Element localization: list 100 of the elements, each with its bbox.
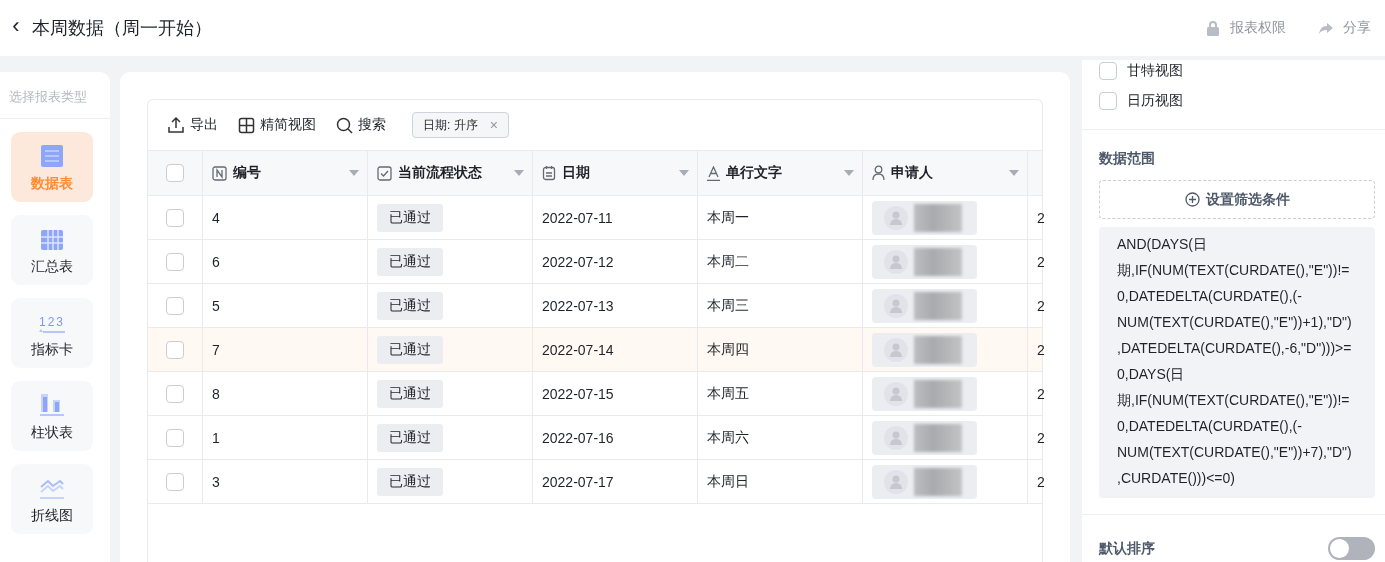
- status-tag: 已通过: [377, 335, 443, 364]
- person-icon: [890, 474, 902, 489]
- table-cell: 2: [1037, 253, 1045, 270]
- table-cell: 5: [212, 297, 220, 314]
- toolbar-button[interactable]: 导出: [167, 116, 218, 134]
- status-tag: 已通过: [377, 379, 443, 408]
- table-cell: 2022-07-14: [542, 341, 614, 358]
- page-title: 本周数据（周一开始）: [32, 17, 213, 40]
- section-title: 数据范围: [1099, 150, 1156, 168]
- table-cell: 本周五: [707, 384, 749, 403]
- report-type-option[interactable]: 折线图: [11, 464, 93, 534]
- person-icon: [890, 298, 902, 313]
- text-a-icon: [707, 165, 720, 181]
- table-row[interactable]: 1 已通过 2022-07-16 本周六 2: [148, 416, 1042, 460]
- status-tag: 已通过: [377, 291, 443, 320]
- person-icon: [890, 386, 902, 401]
- search-icon: [336, 116, 353, 134]
- back-button[interactable]: ‹: [0, 13, 32, 39]
- row-checkbox[interactable]: [166, 428, 184, 447]
- dropdown-caret-icon: [844, 170, 854, 176]
- person-icon: [890, 254, 902, 269]
- plus-circle-icon: [1184, 192, 1200, 207]
- table-cell: 2: [1037, 385, 1045, 402]
- blurred-name: [914, 379, 962, 408]
- grid-icon: [238, 116, 255, 134]
- letter-n-icon: [212, 165, 227, 181]
- row-checkbox[interactable]: [166, 296, 184, 315]
- dropdown-caret-icon: [349, 170, 359, 176]
- table-cell: 本周六: [707, 428, 749, 447]
- share-arrow-icon: [1318, 20, 1334, 36]
- calendar-icon: [542, 165, 556, 181]
- table-cell: 本周二: [707, 252, 749, 271]
- checkbox-label: 日历视图: [1127, 92, 1183, 110]
- table-cell: 2022-07-12: [542, 253, 614, 270]
- table-row[interactable]: 3 已通过 2022-07-17 本周日 2: [148, 460, 1042, 504]
- status-tag: 已通过: [377, 467, 443, 496]
- person-icon: [872, 165, 885, 181]
- table-cell: 2: [1037, 209, 1045, 226]
- blurred-name: [914, 247, 962, 276]
- table-cell: 2: [1037, 297, 1045, 314]
- icon-digits: 123: [39, 316, 65, 329]
- toggle-switch[interactable]: [1328, 537, 1375, 560]
- table-cell: 2022-07-16: [542, 429, 614, 446]
- column-header[interactable]: 当前流程状态: [398, 164, 482, 182]
- checkbox-label: 甘特视图: [1127, 62, 1183, 80]
- toolbar-button[interactable]: 精简视图: [238, 116, 316, 134]
- row-checkbox[interactable]: [166, 252, 184, 271]
- row-checkbox[interactable]: [166, 208, 184, 227]
- person-icon: [890, 342, 902, 357]
- status-tag: 已通过: [377, 247, 443, 276]
- dropdown-caret-icon: [1009, 170, 1019, 176]
- dropdown-caret-icon: [514, 170, 524, 176]
- blurred-name: [914, 203, 962, 232]
- row-checkbox[interactable]: [166, 384, 184, 403]
- list-table-icon: [41, 145, 63, 167]
- report-type-option[interactable]: 汇总表: [11, 215, 93, 285]
- add-filter-button[interactable]: 设置筛选条件: [1099, 180, 1375, 219]
- table-cell: 6: [212, 253, 220, 270]
- column-header[interactable]: 单行文字: [726, 164, 782, 182]
- dropdown-caret-icon: [679, 170, 689, 176]
- table-cell: 1: [212, 429, 220, 446]
- column-header[interactable]: 申请人: [891, 164, 933, 182]
- table-cell: 2022-07-17: [542, 473, 614, 490]
- blurred-name: [914, 467, 962, 496]
- table-cell: 2022-07-13: [542, 297, 614, 314]
- table-cell: 2022-07-15: [542, 385, 614, 402]
- grid-table-icon: [41, 230, 63, 250]
- table-row[interactable]: 6 已通过 2022-07-12 本周二 2: [148, 240, 1042, 284]
- table-cell: 本周日: [707, 472, 749, 491]
- row-checkbox[interactable]: [166, 472, 184, 491]
- bar-chart-icon: [40, 394, 64, 416]
- person-icon: [890, 430, 902, 445]
- report-type-option[interactable]: 123 指标卡: [11, 298, 93, 368]
- status-tag: 已通过: [377, 423, 443, 452]
- line-chart-icon: [40, 477, 64, 499]
- person-icon: [890, 210, 902, 225]
- underline-icon: [39, 329, 65, 333]
- table-cell: 3: [212, 473, 220, 490]
- table-cell: 本周三: [707, 296, 749, 315]
- table-cell: 2: [1037, 473, 1045, 490]
- table-cell: 8: [212, 385, 220, 402]
- table-row[interactable]: 7 已通过 2022-07-14 本周四 2: [148, 328, 1042, 372]
- table-row[interactable]: 4 已通过 2022-07-11 本周一 2: [148, 196, 1042, 240]
- select-all-checkbox[interactable]: [166, 164, 184, 182]
- view-checkbox[interactable]: [1099, 92, 1117, 110]
- table-cell: 7: [212, 341, 220, 358]
- panel-heading: 选择报表类型: [0, 72, 110, 119]
- column-header[interactable]: 编号: [233, 164, 261, 182]
- row-checkbox[interactable]: [166, 340, 184, 359]
- table-row[interactable]: 8 已通过 2022-07-15 本周五 2: [148, 372, 1042, 416]
- table-cell: 4: [212, 209, 220, 226]
- toolbar-button[interactable]: 搜索: [336, 116, 386, 134]
- report-type-option[interactable]: 柱状表: [11, 381, 93, 451]
- blurred-name: [914, 291, 962, 320]
- filter-formula: AND(DAYS(日期,IF(NUM(TEXT(CURDATE(),"E"))!=0,DATEDELTA(CURDATE(),(-NUM(TEXT(CURDATE(),"E"))+1),"D"),DATEDELTA(CURDATE(),-6,"D")))>=0,DAYS(日期,IF(NUM(TEXT(CURDATE(),"E"))!=0,DATEDELTA(CURDATE(),(-NUM(TEXT(CURDATE(),"E"))+7),"D"),CURDATE()))<=0): [1099, 227, 1375, 498]
- column-header[interactable]: 日期: [562, 164, 590, 182]
- table-cell: 2: [1037, 429, 1045, 446]
- section-title: 默认排序: [1099, 539, 1155, 558]
- table-cell: 本周四: [707, 340, 749, 359]
- view-checkbox[interactable]: [1099, 62, 1117, 80]
